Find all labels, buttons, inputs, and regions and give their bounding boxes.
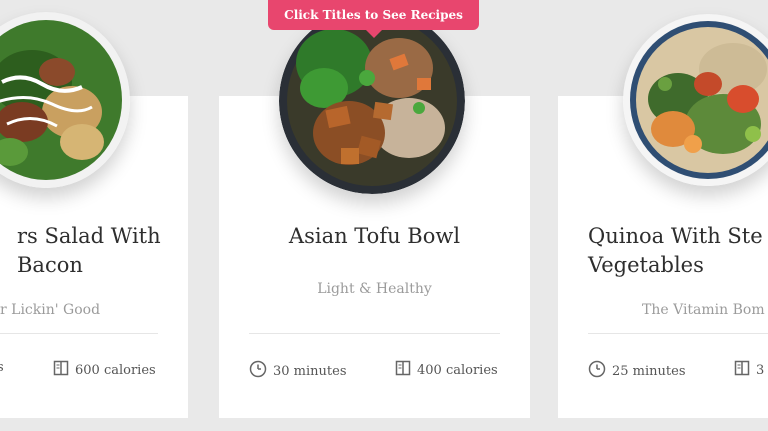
recipe-title[interactable]: Asian Tofu Bowl — [235, 222, 515, 251]
recipe-title[interactable]: Quinoa With Ste Vegetables — [558, 222, 768, 280]
calories-text: 3 — [756, 362, 765, 378]
recipe-meta: 30 minutes 400 calories — [219, 360, 530, 382]
recipe-carousel: rs Salad With Bacon r Lickin' Good s 600… — [0, 0, 768, 431]
calories-icon — [734, 360, 750, 380]
recipe-meta: s 600 calories — [0, 360, 188, 382]
see-recipes-banner[interactable]: Click Titles to See Recipes — [268, 0, 479, 30]
calories-text: 400 calories — [417, 362, 498, 378]
banner-pointer — [366, 30, 382, 38]
calories-icon — [53, 360, 69, 380]
calories: 600 calories — [53, 360, 156, 380]
recipe-card-body: rs Salad With Bacon r Lickin' Good — [0, 222, 188, 318]
cook-time-text: s — [0, 360, 4, 375]
clock-icon — [588, 360, 606, 382]
recipe-card-body: Quinoa With Ste Vegetables The Vitamin B… — [558, 222, 768, 318]
card-divider — [249, 333, 500, 334]
recipe-card-body: Asian Tofu Bowl Light & Healthy — [219, 222, 530, 297]
card-divider — [0, 333, 158, 334]
calories: 3 — [734, 360, 764, 380]
cook-time: s — [0, 360, 4, 375]
cook-time: 25 minutes — [588, 360, 686, 382]
recipe-subtitle: The Vitamin Bom — [642, 302, 765, 318]
calories-icon — [395, 360, 411, 380]
clock-icon — [249, 360, 267, 382]
calories-text: 600 calories — [75, 362, 156, 378]
recipe-title[interactable]: rs Salad With Bacon — [0, 222, 188, 280]
recipe-subtitle: Light & Healthy — [317, 281, 432, 297]
cook-time: 30 minutes — [249, 360, 347, 382]
cook-time-text: 30 minutes — [273, 363, 347, 379]
calories: 400 calories — [395, 360, 498, 380]
cook-time-text: 25 minutes — [612, 363, 686, 379]
recipe-subtitle: r Lickin' Good — [0, 302, 101, 318]
card-divider — [588, 333, 768, 334]
recipe-meta: 25 minutes 3 — [558, 360, 768, 382]
